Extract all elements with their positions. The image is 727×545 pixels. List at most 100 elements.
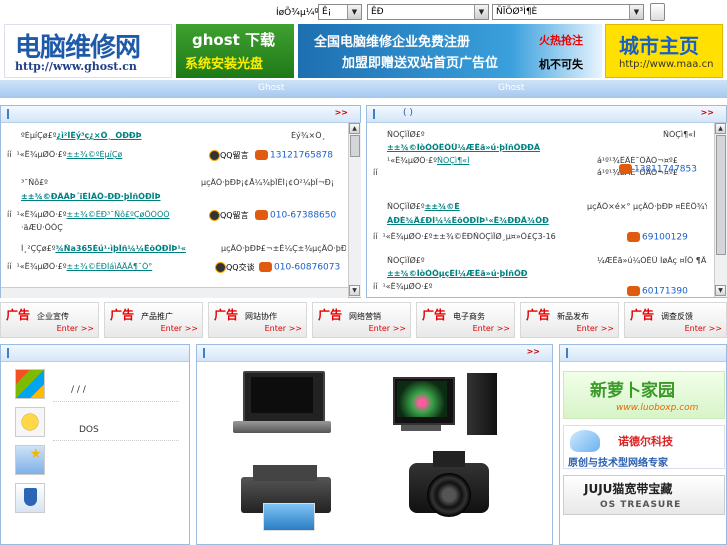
ad-slot-6[interactable]: 广告 新品发布 Enter >> [520,302,619,338]
more-link[interactable]: >> [701,108,714,117]
nav-item-ghost-left[interactable]: Ghost [258,83,284,93]
address-link[interactable]: ±±¾©ÊÐ³¯Ñô£ºÇøÕÒÓÒ [67,210,170,219]
city-select[interactable]: ÊÐ ▼ [367,4,489,20]
promo-line2: 加盟即赠送双站首页广告位 [342,56,499,71]
qq-chat[interactable]: QQ交谈 [215,262,255,273]
sponsor-juju-banner[interactable]: JUJU猫宽带宝藏 OS TREASURE [563,475,725,515]
tools-icon[interactable] [15,407,45,437]
scroll-thumb[interactable] [350,135,360,157]
shield-icon[interactable] [15,483,45,513]
ad-slot-2[interactable]: 广告 产品推广 Enter >> [104,302,203,338]
ad-category: 新品发布 [557,312,589,321]
windows-icon[interactable] [15,369,45,399]
vertical-scrollbar[interactable]: ▲ ▼ [348,123,361,297]
bullet: íí [373,232,378,241]
ad-slot-1[interactable]: 广告 企业宣传 Enter >> [0,302,99,338]
bullet: íí [373,282,378,291]
ad-label: 广告 [422,308,447,322]
star-folder-icon[interactable]: ★ [15,445,45,475]
list-item-address: íí ¹«Ë¾µØÖ·£º±±¾©ºÈµíÇø QQ留言 13121765878 [7,150,347,164]
bullet: íí [7,210,12,219]
company-link[interactable]: ±±¾©ÍòÓÖµçÊÍ¼ÆËã»ú·þÎñÖÐ [387,269,527,278]
ad-slot-3[interactable]: 广告 网站协作 Enter >> [208,302,307,338]
city-homepage-banner[interactable]: 城市主页 http://www.maa.cn [605,24,723,78]
ghost-banner-line1: ghost 下载 [192,31,276,49]
scroll-thumb[interactable] [716,135,726,255]
severity-select[interactable]: ÑÏÖØ³Ì¶È ▼ [492,4,644,20]
scroll-up-button[interactable]: ▲ [349,123,360,134]
more-link[interactable]: >> [527,347,540,356]
enter-link[interactable]: Enter >> [577,324,614,333]
address-label: ¹«Ë¾µØÖ·£º [16,210,67,219]
qq-chat[interactable]: QQ留言 [209,210,249,221]
company-link-cont[interactable]: ÁÐÉ¾Ä£ÐÍ¼¼ÊõÓÐÏÞ¹«Ë¾ÐÐÃ¾ÔÐ [387,216,549,225]
list-item: ±±¾©ÍòÓÖµçÊÍ¼ÆËã»ú·þÎñÖÐ [387,269,707,278]
phone-contact: 60171390 [627,286,688,296]
company-link[interactable]: ±±¾©ÍòÓÖÊÔÛ¼ÆËã»ú·þÎñÖÐÐÄ [387,143,540,152]
ad-label: 广告 [110,308,135,322]
phone-number: 60171390 [642,286,688,297]
phone-contact: 010-60876073 [259,262,340,273]
phone-number: 010-67388650 [270,210,337,221]
promo-line1: 全国电脑维修企业免费注册 [314,35,471,50]
list-item: ÁÐÉ¾Ä£ÐÍ¼¼ÊõÓÐÏÞ¹«Ë¾ÐÐÃ¾ÔÐ [387,216,707,225]
company-link[interactable]: ¿ì²ÍÊý³ç¿×Ô¸_ÓÐÐÞ [56,131,141,140]
search-button[interactable] [650,3,665,21]
printer-image[interactable] [233,457,339,531]
address-link[interactable]: ±±¾©ºÈµíÇø [67,150,123,159]
ad-slot-4[interactable]: 广告 网络营销 Enter >> [312,302,411,338]
ad-slot-7[interactable]: 广告 调查反馈 Enter >> [624,302,727,338]
enter-link[interactable]: Enter >> [473,324,510,333]
ghost-banner-line2: 系统安装光盘 [185,57,264,72]
enter-link[interactable]: Enter >> [265,324,302,333]
more-link[interactable]: >> [335,108,348,117]
company-list-panel-right: ( ) >> ▲ ▼ ÑÓÇìÏØ£º ÑÓÇì¶«Í ±±¾©ÍòÓÖÊÔÛ¼Æ… [366,105,727,298]
ad-label: 广告 [6,308,31,322]
sponsor-luobo-banner[interactable]: 新萝卜家园 www.luoboxp.com [563,371,725,419]
site-logo[interactable]: 电脑维修网 http://www.ghost.cn [4,24,172,78]
item-service: Éý¾×Ö¸ [291,131,326,140]
address-label: ¹«Ë¾µØÖ·£º [387,156,437,165]
enter-link[interactable]: Enter >> [685,324,722,333]
item-service: ÑÓÇì¶«Í [663,130,696,139]
qq-chat[interactable]: QQ留言 [209,150,249,161]
phone-icon [627,286,640,296]
chevron-down-icon: ▼ [474,5,488,19]
qq-icon [215,262,226,273]
phone-contact: 13121765878 [255,150,333,161]
vertical-scrollbar[interactable]: ▲ ▼ [714,123,727,297]
list-item: ºÈµíÇø£º¿ì²ÍÊý³ç¿×Ô¸_ÓÐÐÞ Éý¾×Ö¸ [21,131,341,140]
company-link[interactable]: ±±¾©É­ [425,202,460,211]
panel-header: ( ) >> [367,106,726,123]
sponsor-nuodeer-banner[interactable]: 诺德尔科技 原创与技术型网络专家 [563,425,725,469]
ad-label: 广告 [318,308,343,322]
scroll-up-button[interactable]: ▲ [715,123,726,134]
ad-slot-5[interactable]: 广告 电子商务 Enter >> [416,302,515,338]
enter-link[interactable]: Enter >> [369,324,406,333]
camera-image[interactable] [403,445,495,527]
address-link[interactable]: ÑÓÇì¶«Í [437,156,469,165]
scroll-down-button[interactable]: ▼ [349,285,360,296]
enter-link[interactable]: Enter >> [57,324,94,333]
phone-icon [255,150,268,160]
nav-item-ghost-right[interactable]: Ghost [498,83,524,93]
address-link[interactable]: ±±¾©ÊÐÌáìÃÅÃ¶¯Ô° [67,262,153,271]
enter-link[interactable]: Enter >> [161,324,198,333]
list-item: ÑÓÇìÏØ£º ÑÓÇì¶«Í [387,130,707,139]
desktop-pc-image[interactable] [387,373,507,437]
promo-banner[interactable]: 全国电脑维修企业免费注册 加盟即赠送双站首页广告位 火热抢注 机不可失 [298,24,602,78]
phone-icon [259,262,272,272]
laptop-image[interactable] [233,371,333,439]
list-item-extra: ·äÆÚ·ÕÔÇ [21,223,63,232]
chevron-down-icon: ▼ [347,5,361,19]
scroll-down-button[interactable]: ▼ [715,285,726,296]
company-link[interactable]: ±±¾©ÐÂÂÞ´ïÉÌÂÖ-ÐÐ·þÎñÓÐÏÞ [21,192,161,201]
list-item-address: íí ¹«Ë¾µØÖ·£º 60171390 [373,282,713,296]
phone-contact: 69100129 [627,232,688,243]
ad-label: 广告 [630,308,655,322]
province-select[interactable]: Ê¡ ▼ [318,4,362,20]
ghost-download-banner[interactable]: ghost 下载 系统安装光盘 [176,24,294,78]
company-link[interactable]: ¾Ña365Éú¹·ìþÎñ¼¼ÊõÓÐÏÞ¹« [56,244,187,253]
address-label: ¹«Ë¾µØÖ·£º [382,232,433,241]
horizontal-scrollbar[interactable] [1,287,348,298]
